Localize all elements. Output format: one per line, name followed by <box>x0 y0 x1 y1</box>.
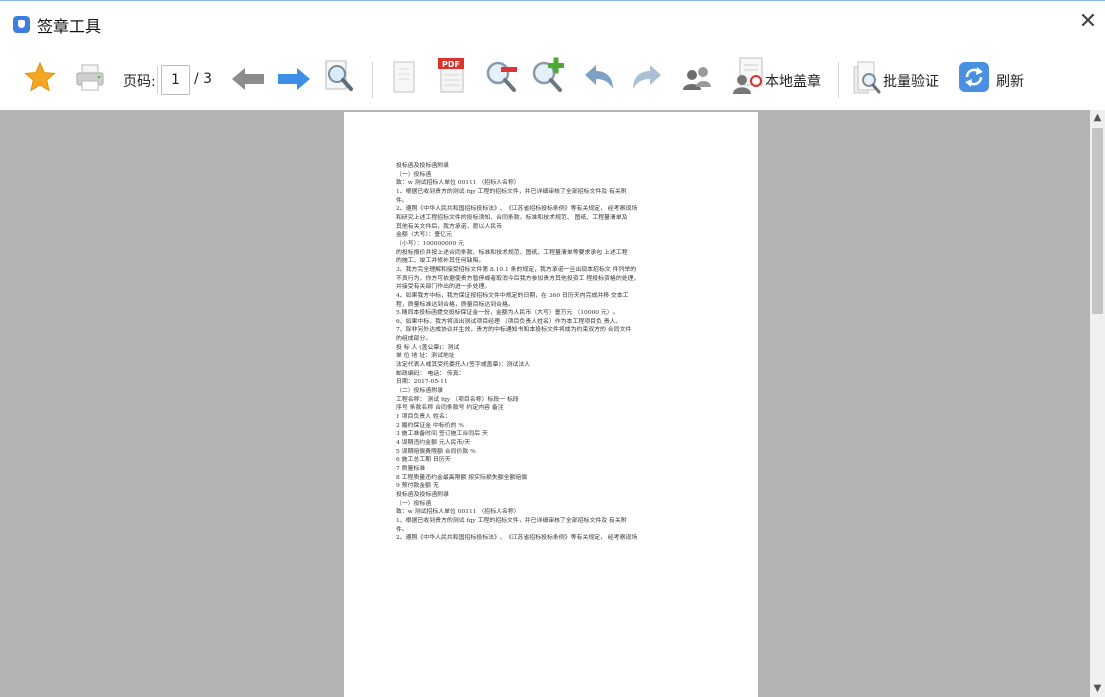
local-seal-button[interactable]: 本地盖章 <box>765 71 821 91</box>
document-line: 金额（大写）：壹亿元 <box>396 232 452 239</box>
document-line: 件。 <box>396 526 408 533</box>
toolbar-separator <box>372 62 373 98</box>
zoom-in-icon[interactable] <box>530 56 568 94</box>
arrow-right-icon[interactable] <box>276 65 312 93</box>
blank-page-icon[interactable] <box>391 59 417 95</box>
document-text: 投标函及投标函附录 （一）投标函 致：w 测试招标人单位 00111 （招标人名称）… <box>396 162 726 543</box>
document-line: 7 质量标准 <box>396 465 426 472</box>
page-input-divider <box>157 66 158 94</box>
scroll-down-icon[interactable]: ▼ <box>1090 681 1105 697</box>
document-line: 单 位 地 址：测试地址 <box>396 353 455 360</box>
document-line: 并接受有关部门作出的进一步处理。 <box>396 284 491 291</box>
page-number-input[interactable] <box>161 65 190 95</box>
document-line: 1、根据已收到贵方的测试 fqy 工程的招标文件，并已详细审核了全部招标文件及 … <box>396 188 627 195</box>
document-line: 1 项目负责人 姓名： <box>396 414 451 421</box>
document-line: 工程名称： 测试 fqy （项目名称）标段一 标段 <box>396 396 519 403</box>
document-line: 6、如果中标，我方将派出测试项目经理 （项目负责人姓名）作为本工程项目负 责人。 <box>396 318 622 325</box>
star-icon[interactable] <box>24 61 56 93</box>
document-line: 4、如果我方中标，我方保证按招标文件中规定的日期，在 360 日历天内完成并移 … <box>396 292 629 299</box>
vertical-scrollbar[interactable]: ▲ ▼ <box>1090 110 1105 697</box>
document-line: 5.随同本投标函提交投标保证金一份，金额为人民币（大写）壹万元 （10000 元… <box>396 310 619 317</box>
document-line: 7、除非另外达成协议并生效，贵方的中标通知书和本投标文件将成为约束双方的 合同文… <box>396 327 632 334</box>
page-total: / 3 <box>194 71 213 87</box>
refresh-button[interactable]: 刷新 <box>996 71 1024 91</box>
document-line: 其他有关文件后，我方承诺，愿以人民币 <box>396 223 503 230</box>
toolbar: 页码: / 3 PDF <box>0 40 1105 110</box>
batch-verify-button[interactable]: 批量验证 <box>883 71 939 91</box>
users-icon[interactable] <box>680 63 714 93</box>
title-bar: 签章工具 ✕ <box>0 0 1105 40</box>
document-line: 9 预付款金额 无 <box>396 483 439 490</box>
document-line: 6 施工总工期 日历天 <box>396 457 451 464</box>
document-line: 日期：2017-05-11 <box>396 379 448 386</box>
document-viewer[interactable]: 投标函及投标函附录 （一）投标函 致：w 测试招标人单位 00111 （招标人名称）… <box>0 110 1090 697</box>
zoom-out-icon[interactable] <box>484 59 520 95</box>
document-line: 1、根据已收到贵方的测试 fqy 工程的招标文件，并已详细审核了全部招标文件及 … <box>396 517 627 524</box>
document-line: 致：w 测试招标人单位 00111 （招标人名称） <box>396 180 520 187</box>
window-title: 签章工具 <box>37 17 102 36</box>
zoom-page-icon[interactable] <box>323 59 355 95</box>
document-line: 投标函及投标函附录 <box>396 163 450 169</box>
document-line: 投标函及投标函附录 <box>396 491 450 498</box>
document-line: （一）投标函 <box>396 500 432 507</box>
scroll-up-icon[interactable]: ▲ <box>1090 110 1105 126</box>
toolbar-separator <box>838 62 839 98</box>
document-line: （二）投标函附录 <box>396 388 444 395</box>
document-line: 3 施工准备时间 签订施工合同后 天 <box>396 431 488 438</box>
document-line: 法定代表人或其受托委托人(签字或盖章)：测试法人 <box>396 362 531 369</box>
batch-verify-icon[interactable] <box>852 59 882 95</box>
arrow-left-icon[interactable] <box>230 65 266 93</box>
document-line: 3、我方完全理解和接受招标文件第 8.10.1 条的规定，我方承诺一旦出现本招标… <box>396 266 637 273</box>
undo-icon[interactable] <box>582 62 616 94</box>
document-page: 投标函及投标函附录 （一）投标函 致：w 测试招标人单位 00111 （招标人名称）… <box>344 112 758 697</box>
document-line: 2、遵照《中华人民共和国招标投标法》、《江苏省招标投标条例》等有关规定， 经考察… <box>396 535 638 542</box>
document-line: 4 误期违约金额 元人民币/天 <box>396 440 471 446</box>
document-line: 投 标 人 (盖公章)：测试 <box>396 344 460 351</box>
local-seal-icon[interactable] <box>730 56 764 96</box>
document-line: 2、遵照《中华人民共和国招标投标法》、《江苏省招标投标条例》等有关规定， 经考察… <box>396 206 638 213</box>
document-line: 件。 <box>396 197 408 204</box>
scroll-thumb[interactable] <box>1092 128 1103 314</box>
close-button[interactable]: ✕ <box>1076 10 1100 34</box>
app-seal-icon <box>13 16 30 33</box>
pdf-icon[interactable]: PDF <box>437 56 469 94</box>
document-line: （一）投标函 <box>396 171 432 178</box>
document-line: 不良行为，你方可依据使贵方暂停或者取消今后我方参加贵方其他投资工 程投标资格的处… <box>396 275 640 282</box>
document-line: 的投标报价并按上述合同条款、标准和技术规范、图纸、工程量清单等要求承包 上述工程 <box>396 249 628 256</box>
refresh-icon[interactable] <box>958 61 990 93</box>
document-line: 5 误期赔偿费限额 合同价款 % <box>396 448 476 455</box>
document-line: 邮政编码： 电话： 传真： <box>396 370 465 377</box>
document-line: 程，质量标准达到合格，质量目标达到合格。 <box>396 301 514 308</box>
document-line: 致：w 测试招标人单位 00111 （招标人名称） <box>396 509 520 516</box>
document-line: 和研究上述工程招标文件的投标须知、合同条款、标准和技术规范、 图纸、工程量清单及 <box>396 214 628 221</box>
pdf-badge: PDF <box>442 60 460 69</box>
document-line: 8 工程质量违约金最高限额 按实际损失额全额赔偿 <box>396 474 528 481</box>
printer-icon[interactable] <box>75 61 105 93</box>
document-line: 序号 条款名称 合同条款号 约定内容 备注 <box>396 405 504 412</box>
document-line: 2 履约保证金 中标价的 % <box>396 422 464 429</box>
document-line: （小写）：100000000 元 <box>396 240 464 247</box>
document-line: 的组成部分。 <box>396 336 432 343</box>
page-label: 页码: <box>123 74 156 90</box>
redo-icon[interactable] <box>630 62 664 94</box>
document-line: 的施工、竣工并修补其任何缺陷。 <box>396 258 485 265</box>
